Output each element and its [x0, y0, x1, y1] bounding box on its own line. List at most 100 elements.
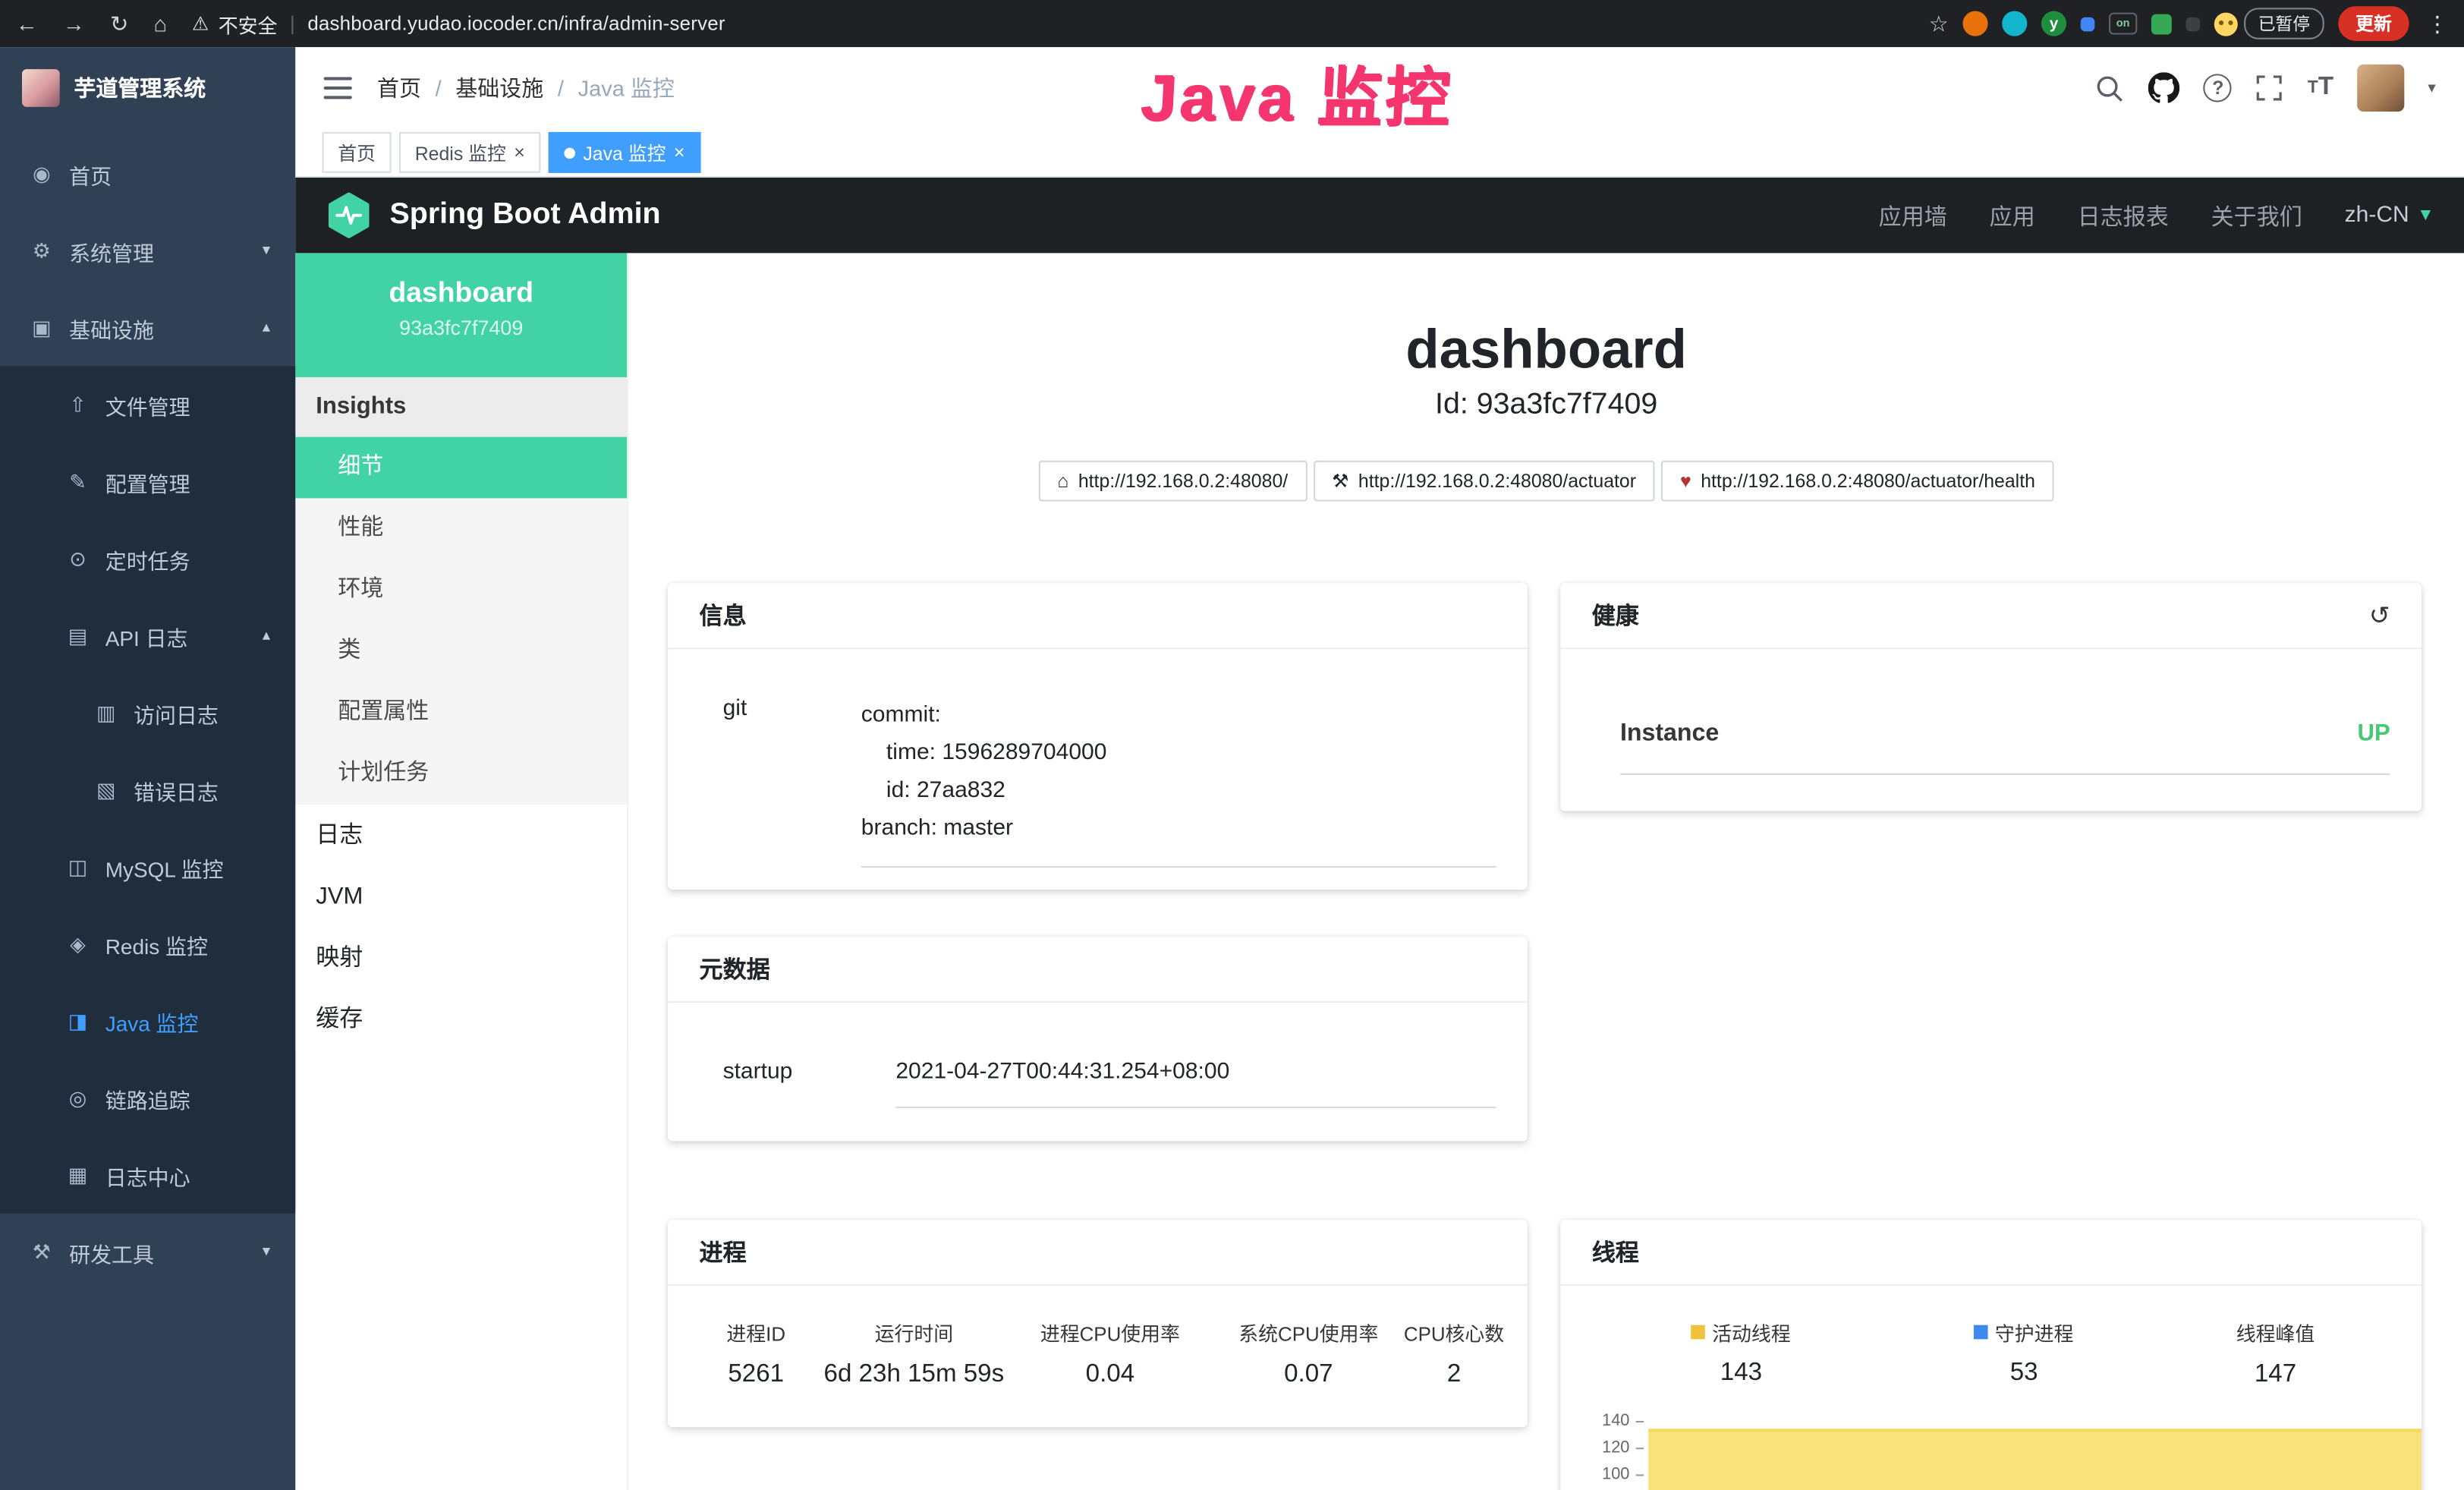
sidebar-item-label: 访问日志 [134, 697, 219, 728]
sidebar-item-config-mgmt[interactable]: ✎ 配置管理 [0, 443, 295, 520]
process-col: 系统CPU使用率 0.07 [1214, 1317, 1402, 1389]
sba-nav-wallboard[interactable]: 应用墙 [1879, 199, 1947, 232]
process-col: 运行时间 6d 23h 15m 59s [822, 1317, 1005, 1389]
tab-java-monitor[interactable]: Java 监控 × [549, 132, 700, 173]
sidebar-item-api-logs[interactable]: ▤ API 日志 ▴ [0, 597, 295, 674]
close-icon[interactable]: × [514, 141, 525, 163]
extension-icon-leaf[interactable] [2151, 14, 2172, 34]
info-card-title: 信息 [700, 599, 747, 632]
sidebar-item-error-logs[interactable]: ▧ 错误日志 [0, 751, 295, 828]
sidebar-item-log-center[interactable]: ▦ 日志中心 [0, 1136, 295, 1213]
sidebar-item-infrastructure[interactable]: ▣ 基础设施 ▴ [0, 289, 295, 366]
sba-menu-config-props[interactable]: 配置属性 [295, 682, 627, 744]
log-center-icon: ▦ [66, 1162, 90, 1187]
update-button[interactable]: 更新 [2338, 6, 2409, 41]
legend-value: 147 [2157, 1361, 2393, 1389]
dashboard-icon: ◉ [30, 161, 53, 186]
y-tick: 100 [1560, 1465, 1629, 1484]
sidebar-item-java-monitor[interactable]: ◨ Java 监控 [0, 982, 295, 1059]
extension-icon-teal[interactable] [2002, 11, 2027, 36]
file-upload-icon: ⇧ [66, 392, 90, 417]
sba-menu-scheduled-tasks[interactable]: 计划任务 [295, 743, 627, 805]
sidebar-item-access-logs[interactable]: ▥ 访问日志 [0, 674, 295, 751]
metadata-key: startup [723, 1060, 896, 1108]
heart-icon: ♥ [1680, 470, 1691, 492]
access-log-icon: ▥ [94, 701, 118, 726]
chevron-up-icon: ▴ [263, 627, 270, 644]
sidebar-item-file-mgmt[interactable]: ⇧ 文件管理 [0, 366, 295, 443]
sidebar-item-label: MySQL 监控 [105, 851, 224, 882]
health-url-button[interactable]: ♥ http://192.168.0.2:48080/actuator/heal… [1661, 461, 2054, 502]
github-icon[interactable] [2149, 72, 2180, 103]
legend-value: 53 [1890, 1359, 2157, 1388]
metadata-card: 元数据 startup 2021-04-27T00:44:31.254+08:0… [668, 937, 1528, 1141]
avatar-caret-icon[interactable]: ▾ [2428, 80, 2435, 97]
actuator-url-button[interactable]: ⚒ http://192.168.0.2:48080/actuator [1313, 461, 1655, 502]
refresh-icon[interactable]: ↻ [110, 10, 128, 36]
sidebar-item-system-mgmt[interactable]: ⚙ 系统管理 ▾ [0, 213, 295, 289]
help-icon[interactable]: ? [2204, 74, 2232, 102]
breadcrumb-separator: / [436, 75, 442, 100]
close-icon[interactable]: × [674, 141, 685, 163]
extension-icon-on-switch[interactable]: on [2109, 13, 2137, 35]
browser-menu-icon[interactable]: ⋮ [2426, 10, 2448, 36]
sba-menu-logs[interactable]: 日志 [295, 805, 627, 866]
extension-icon-green-y[interactable]: y [2041, 11, 2066, 36]
process-col: CPU核心数 2 [1402, 1317, 1506, 1389]
y-tick-mark [1636, 1447, 1644, 1449]
bookmark-star-icon[interactable]: ☆ [1929, 10, 1949, 36]
tab-redis-monitor[interactable]: Redis 监控 × [399, 132, 540, 173]
forward-icon[interactable]: → [63, 11, 85, 36]
sba-nav-journal[interactable]: 日志报表 [2078, 199, 2169, 232]
extension-icon-grid[interactable] [2081, 17, 2095, 31]
mysql-icon: ◫ [66, 854, 90, 879]
sba-navbar: Spring Boot Admin 应用墙 应用 日志报表 关于我们 zh-CN… [295, 178, 2464, 253]
instance-id: 93a3fc7f7409 [295, 316, 627, 339]
sba-menu-classes[interactable]: 类 [295, 621, 627, 682]
sba-menu-performance[interactable]: 性能 [295, 498, 627, 559]
legend-label: 守护进程 [1995, 1317, 2074, 1347]
sba-menu-mappings[interactable]: 映射 [295, 928, 627, 989]
sba-menu-jvm[interactable]: JVM [295, 866, 627, 928]
locale-select[interactable]: zh-CN ▼ [2345, 203, 2434, 228]
instance-header[interactable]: dashboard 93a3fc7f7409 [295, 253, 627, 377]
sidebar-item-redis-monitor[interactable]: ◈ Redis 监控 [0, 906, 295, 982]
service-url-button[interactable]: ⌂ http://192.168.0.2:48080/ [1039, 461, 1307, 502]
address-bar[interactable]: ⚠ 不安全 | dashboard.yudao.iocoder.cn/infra… [192, 8, 725, 38]
sba-nav-applications[interactable]: 应用 [1990, 199, 2035, 232]
sba-menu-environment[interactable]: 环境 [295, 559, 627, 621]
app-logo[interactable]: 芋道管理系统 [0, 47, 295, 129]
puzzle-extension-icon[interactable] [2186, 17, 2200, 31]
extension-icon-orange[interactable] [1962, 11, 1987, 36]
sidebar-item-tracing[interactable]: ◎ 链路追踪 [0, 1060, 295, 1136]
sba-menu-caches[interactable]: 缓存 [295, 989, 627, 1051]
sidebar-item-scheduled-jobs[interactable]: ⊙ 定时任务 [0, 520, 295, 597]
home-icon[interactable]: ⌂ [153, 11, 167, 36]
profile-paused-badge[interactable]: 已暂停 [2214, 8, 2324, 39]
insights-section-header: Insights [295, 377, 627, 437]
breadcrumb-infrastructure[interactable]: 基础设施 [455, 72, 543, 103]
fullscreen-icon[interactable] [2256, 74, 2284, 102]
back-icon[interactable]: ← [16, 11, 38, 36]
collapse-menu-icon[interactable] [324, 77, 352, 99]
search-icon[interactable] [2095, 73, 2125, 102]
user-avatar[interactable] [2357, 65, 2404, 112]
y-tick-mark [1636, 1474, 1644, 1476]
tab-home[interactable]: 首页 [323, 132, 392, 173]
sba-brand[interactable]: Spring Boot Admin [326, 192, 661, 239]
edit-icon: ✎ [66, 469, 90, 494]
sba-menu-details[interactable]: 细节 [295, 437, 627, 499]
history-icon[interactable]: ↺ [2369, 600, 2390, 631]
breadcrumb-home[interactable]: 首页 [377, 72, 421, 103]
sidebar-item-mysql-monitor[interactable]: ◫ MySQL 监控 [0, 828, 295, 905]
sidebar-item-label: 系统管理 [69, 235, 154, 266]
sidebar-item-dev-tools[interactable]: ⚒ 研发工具 ▾ [0, 1214, 295, 1290]
process-col-label: 系统CPU使用率 [1214, 1317, 1402, 1347]
legend-label: 活动线程 [1712, 1317, 1791, 1347]
sba-nav-about[interactable]: 关于我们 [2211, 199, 2302, 232]
font-size-icon[interactable]: TT [2308, 74, 2333, 102]
sidebar-item-home[interactable]: ◉ 首页 [0, 135, 295, 212]
service-url: http://192.168.0.2:48080/ [1078, 470, 1288, 492]
process-col-value: 2 [1402, 1361, 1506, 1389]
legend-daemon-threads: 守护进程 53 [1890, 1317, 2157, 1389]
